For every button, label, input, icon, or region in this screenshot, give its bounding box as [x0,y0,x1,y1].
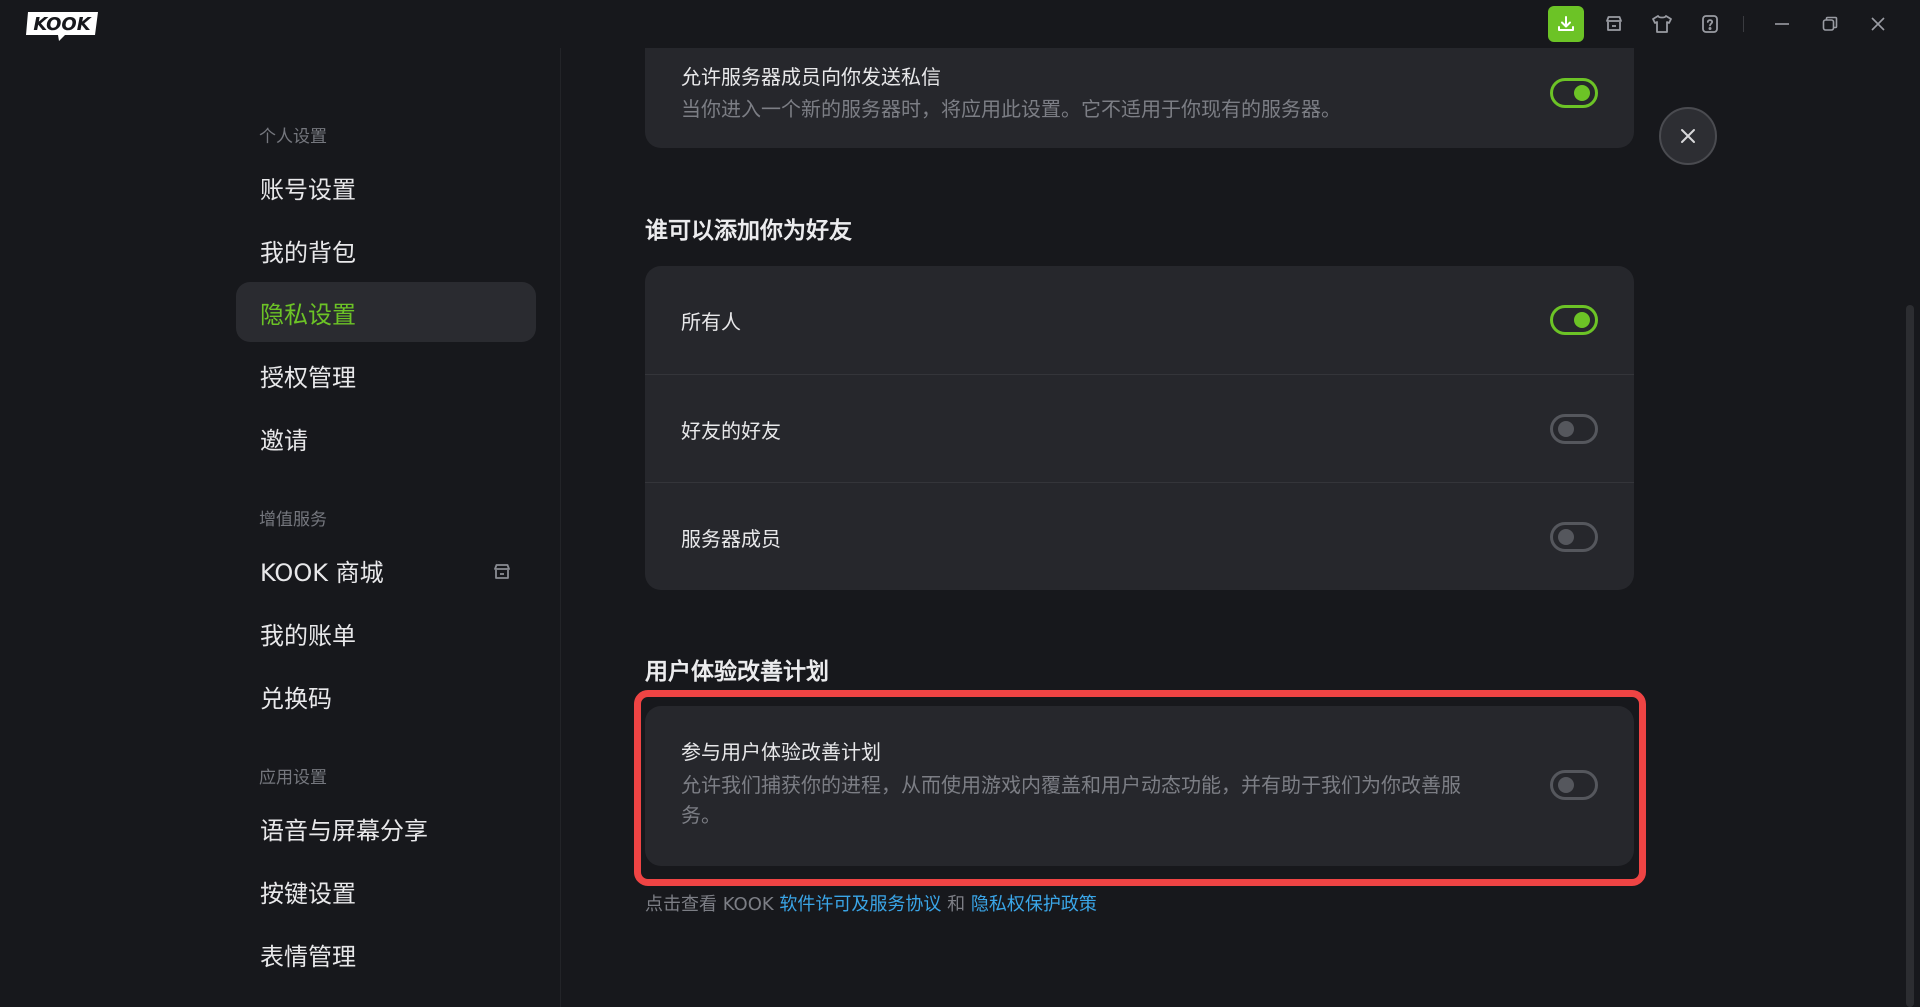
privacy-settings-panel: 允许服务器成员向你发送私信 当你进入一个新的服务器时，将应用此设置。它不适用于你… [562,48,1902,1007]
friends-group-title: 谁可以添加你为好友 [645,218,852,244]
kook-logo: KOOK [25,9,101,43]
license-agreement-link[interactable]: 软件许可及服务协议 [779,894,941,915]
title-bar: KOOK [0,0,1920,48]
dm-setting-description: 当你进入一个新的服务器时，将应用此设置。它不适用于你现有的服务器。 [681,97,1341,121]
dm-setting-card: 允许服务器成员向你发送私信 当你进入一个新的服务器时，将应用此设置。它不适用于你… [645,48,1634,148]
close-settings-button[interactable] [1659,107,1717,165]
privacy-policy-link[interactable]: 隐私权保护政策 [971,894,1097,915]
download-icon[interactable] [1548,6,1584,42]
sidebar-item-authorization[interactable]: 授权管理 [236,345,536,405]
store-icon[interactable] [1596,6,1632,42]
friend-option-friends-of-friends-toggle[interactable] [1550,414,1598,444]
sidebar-item-voice-screen-share[interactable]: 语音与屏幕分享 [236,798,536,858]
sidebar-item-kook-store[interactable]: KOOK 商城 [236,540,536,600]
sidebar-item-invite[interactable]: 邀请 [236,408,536,468]
friend-option-label: 所有人 [681,310,741,334]
sidebar-item-redeem-code[interactable]: 兑换码 [236,666,536,726]
dm-setting-toggle[interactable] [1550,78,1598,108]
toggle-knob [1574,312,1590,328]
restore-icon[interactable] [1812,6,1848,42]
section-header-value-added: 增值服务 [259,510,327,530]
minimize-icon[interactable] [1764,6,1800,42]
friend-option-label: 服务器成员 [681,527,781,551]
titlebar-divider [1743,16,1744,32]
friend-option-label: 好友的好友 [681,419,781,443]
friends-settings-card: 所有人 好友的好友 服务器成员 [645,266,1634,590]
scrollbar-thumb[interactable] [1906,305,1914,1007]
section-header-app: 应用设置 [259,768,327,788]
sidebar-item-billing[interactable]: 我的账单 [236,603,536,663]
footer-text: 点击查看 KOOK 软件许可及服务协议 和 隐私权保护政策 [645,894,1097,915]
highlight-box [634,690,1646,886]
dm-setting-title: 允许服务器成员向你发送私信 [681,65,941,89]
settings-sidebar: 个人设置 账号设置 我的背包 隐私设置 授权管理 邀请 增值服务 KOOK 商城… [0,48,561,1007]
sidebar-item-account[interactable]: 账号设置 [236,157,536,217]
logo-text: KOOK [33,14,92,35]
close-icon [1681,129,1695,143]
ux-group-title: 用户体验改善计划 [645,659,829,685]
friend-option-row: 好友的好友 [645,374,1634,482]
help-icon[interactable] [1692,6,1728,42]
section-header-personal: 个人设置 [259,127,327,147]
toggle-knob [1558,421,1574,437]
sidebar-item-privacy[interactable]: 隐私设置 [236,282,536,342]
sidebar-item-emoji[interactable]: 表情管理 [236,924,536,984]
toggle-knob [1574,85,1590,101]
friend-option-row: 服务器成员 [645,482,1634,590]
friend-option-everyone-toggle[interactable] [1550,305,1598,335]
store-icon [492,560,512,580]
friend-option-row: 所有人 [645,266,1634,374]
sidebar-item-backpack[interactable]: 我的背包 [236,220,536,280]
friend-option-server-members-toggle[interactable] [1550,522,1598,552]
toggle-knob [1558,529,1574,545]
close-window-icon[interactable] [1860,6,1896,42]
sidebar-item-keybinds[interactable]: 按键设置 [236,861,536,921]
shirt-icon[interactable] [1644,6,1680,42]
